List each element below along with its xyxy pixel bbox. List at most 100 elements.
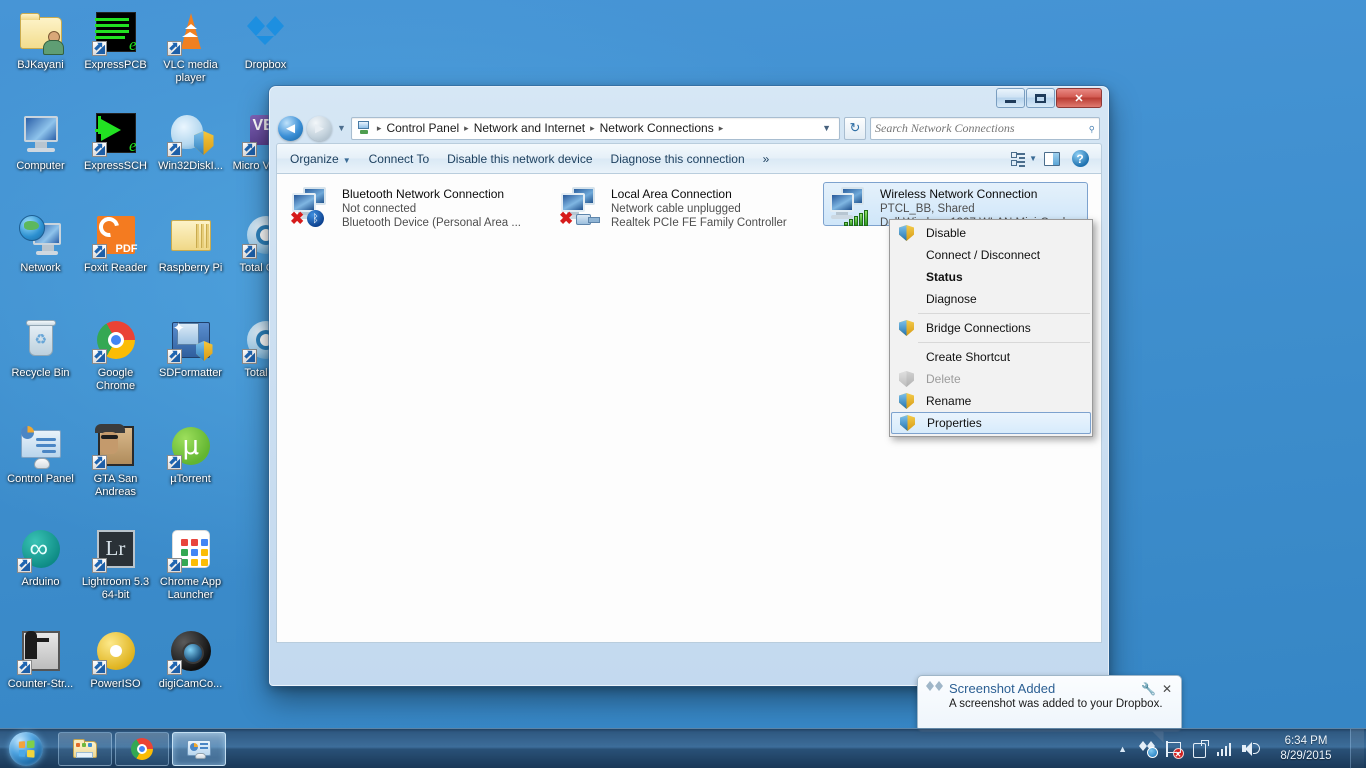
desktop-icon-dropbox[interactable]: Dropbox	[228, 8, 303, 72]
desktop-icon-poweriso[interactable]: PowerISO	[78, 627, 153, 691]
balloon-settings-icon[interactable]: 🔧	[1138, 682, 1159, 696]
taskbar-windows-explorer[interactable]	[58, 732, 112, 766]
shortcut-overlay-icon	[92, 41, 107, 56]
recent-pages-dropdown[interactable]: ▼	[336, 123, 347, 133]
show-desktop-button[interactable]	[1350, 729, 1364, 769]
tray-action-center-icon[interactable]: ✕	[1162, 738, 1184, 760]
desktop-icon-gta-san-andreas[interactable]: GTA San Andreas	[78, 422, 153, 499]
desktop-icon-computer[interactable]: Computer	[3, 109, 78, 173]
desktop-icon-arduino[interactable]: Arduino	[3, 525, 78, 589]
connection-item[interactable]: ✖Local Area ConnectionNetwork cable unpl…	[554, 182, 819, 226]
desktop-icon-raspberry-pi[interactable]: Raspberry Pi	[153, 211, 228, 275]
desktop-icon-label: Win32DiskI...	[153, 160, 228, 173]
desktop[interactable]: BJKayanieExpressPCBVLC media playerDropb…	[0, 0, 1366, 768]
menu-item-icon	[896, 392, 918, 410]
breadcrumb-separator: ▸	[375, 123, 384, 134]
forward-button[interactable]: ►	[307, 116, 332, 141]
shortcut-overlay-icon	[92, 142, 107, 157]
desktop-icon-foxit-reader[interactable]: PDFFoxit Reader	[78, 211, 153, 275]
menu-item-connect-disconnect[interactable]: Connect / Disconnect	[890, 244, 1092, 266]
taskbar-network-connections[interactable]	[172, 732, 226, 766]
menu-item-create-shortcut[interactable]: Create Shortcut	[890, 346, 1092, 368]
menu-item-disable[interactable]: Disable	[890, 222, 1092, 244]
shortcut-overlay-icon	[92, 244, 107, 259]
connection-text: Bluetooth Network ConnectionNot connecte…	[342, 186, 545, 230]
tray-dropbox-icon[interactable]	[1136, 738, 1158, 760]
start-button[interactable]	[1, 730, 51, 768]
help-icon: ?	[1072, 150, 1089, 167]
taskbar-google-chrome[interactable]	[115, 732, 169, 766]
connection-name: Local Area Connection	[611, 187, 814, 202]
tray-network-signal-icon[interactable]	[1214, 738, 1236, 760]
back-arrow-icon: ◄	[283, 120, 298, 137]
menu-item-status[interactable]: Status	[890, 266, 1092, 288]
taskbar-clock[interactable]: 6:34 PM 8/29/2015	[1264, 734, 1348, 764]
desktop-icon-network[interactable]: Network	[3, 211, 78, 275]
desktop-icon-chrome-app-launcher[interactable]: Chrome App Launcher	[153, 525, 228, 602]
back-button[interactable]: ◄	[278, 116, 303, 141]
desktop-icon-label: Counter-Str...	[3, 678, 78, 691]
desktop-icon-win32diski[interactable]: Win32DiskI...	[153, 109, 228, 173]
tray-power-icon[interactable]	[1188, 738, 1210, 760]
menu-item-bridge-connections[interactable]: Bridge Connections	[890, 317, 1092, 339]
breadcrumb-control-panel[interactable]: Control Panel	[383, 119, 462, 137]
desktop-icon-sdformatter[interactable]: ✦SDFormatter	[153, 316, 228, 380]
desktop-icon-google-chrome[interactable]: Google Chrome	[78, 316, 153, 393]
desktop-icon-label: GTA San Andreas	[78, 473, 153, 499]
balloon-close-icon[interactable]: ✕	[1159, 682, 1175, 696]
disable-device-button[interactable]: Disable this network device	[438, 147, 601, 171]
desktop-icon-lightroom-5-3-64-bit[interactable]: Lightroom 5.3 64-bit	[78, 525, 153, 602]
desktop-icon-expresssch[interactable]: eExpressSCH	[78, 109, 153, 173]
address-bar[interactable]: ▸ Control Panel ▸ Network and Internet ▸…	[351, 117, 840, 140]
maximize-button[interactable]	[1026, 88, 1055, 108]
desktop-icon-digicamco[interactable]: digiCamCo...	[153, 627, 228, 691]
desktop-icon-control-panel[interactable]: Control Panel	[3, 422, 78, 486]
preview-pane-button[interactable]	[1039, 148, 1065, 170]
desktop-icon-counter-str[interactable]: Counter-Str...	[3, 627, 78, 691]
search-input[interactable]	[875, 121, 1088, 136]
maximize-icon	[1035, 94, 1046, 103]
command-toolbar: Organize▼ Connect To Disable this networ…	[276, 143, 1102, 173]
connection-item[interactable]: ✖ᛒBluetooth Network ConnectionNot connec…	[285, 182, 550, 226]
taskbar[interactable]: ▲ ✕	[0, 728, 1366, 768]
connection-context-menu[interactable]: Disable Connect / Disconnect StatusDiagnos…	[889, 219, 1093, 437]
desktop-icon-label: Raspberry Pi	[153, 262, 228, 275]
diagnose-connection-button[interactable]: Diagnose this connection	[602, 147, 754, 171]
desktop-icon-vlc-media-player[interactable]: VLC media player	[153, 8, 228, 85]
help-button[interactable]: ?	[1067, 148, 1093, 170]
folder-icon	[72, 737, 98, 761]
search-box[interactable]: ⌕	[870, 117, 1100, 140]
menu-item-label: Connect / Disconnect	[918, 248, 1040, 262]
error-x-icon: ✖	[559, 211, 573, 226]
desktop-icon-label: Foxit Reader	[78, 262, 153, 275]
breadcrumb-separator: ▸	[462, 123, 471, 134]
uac-shield-icon	[899, 393, 914, 409]
address-dropdown-icon[interactable]: ▼	[816, 123, 837, 133]
breadcrumb-network-and-internet[interactable]: Network and Internet	[471, 119, 588, 137]
tray-volume-icon[interactable]	[1240, 738, 1262, 760]
window-title-bar[interactable]: ✕	[276, 87, 1102, 113]
close-button[interactable]: ✕	[1056, 88, 1102, 108]
desktop-icon-torrent[interactable]: µTorrent	[153, 422, 228, 486]
change-view-button[interactable]: ▼	[1011, 148, 1037, 170]
refresh-button[interactable]: ↻	[844, 117, 866, 140]
show-hidden-icons-button[interactable]: ▲	[1111, 744, 1134, 754]
control-panel-icon	[186, 737, 212, 761]
menu-item-diagnose[interactable]: Diagnose	[890, 288, 1092, 310]
dropbox-notification-balloon[interactable]: Screenshot Added 🔧 ✕ A screenshot was ad…	[917, 675, 1182, 732]
chromeapps-icon	[167, 525, 215, 573]
desktop-icon-expresspcb[interactable]: eExpressPCB	[78, 8, 153, 72]
menu-item-label: Disable	[918, 226, 966, 240]
menu-item-rename[interactable]: Rename	[890, 390, 1092, 412]
minimize-button[interactable]	[996, 88, 1025, 108]
organize-button[interactable]: Organize▼	[281, 147, 360, 171]
desktop-icon-recycle-bin[interactable]: Recycle Bin	[3, 316, 78, 380]
gta-icon	[92, 422, 140, 470]
menu-separator	[918, 313, 1090, 314]
desktop-icon-bjkayani[interactable]: BJKayani	[3, 8, 78, 72]
menu-item-properties[interactable]: Properties	[891, 412, 1091, 434]
menu-item-icon	[896, 348, 918, 366]
breadcrumb-network-connections[interactable]: Network Connections	[597, 119, 717, 137]
toolbar-overflow-button[interactable]: »	[754, 147, 779, 171]
connect-to-button[interactable]: Connect To	[360, 147, 439, 171]
